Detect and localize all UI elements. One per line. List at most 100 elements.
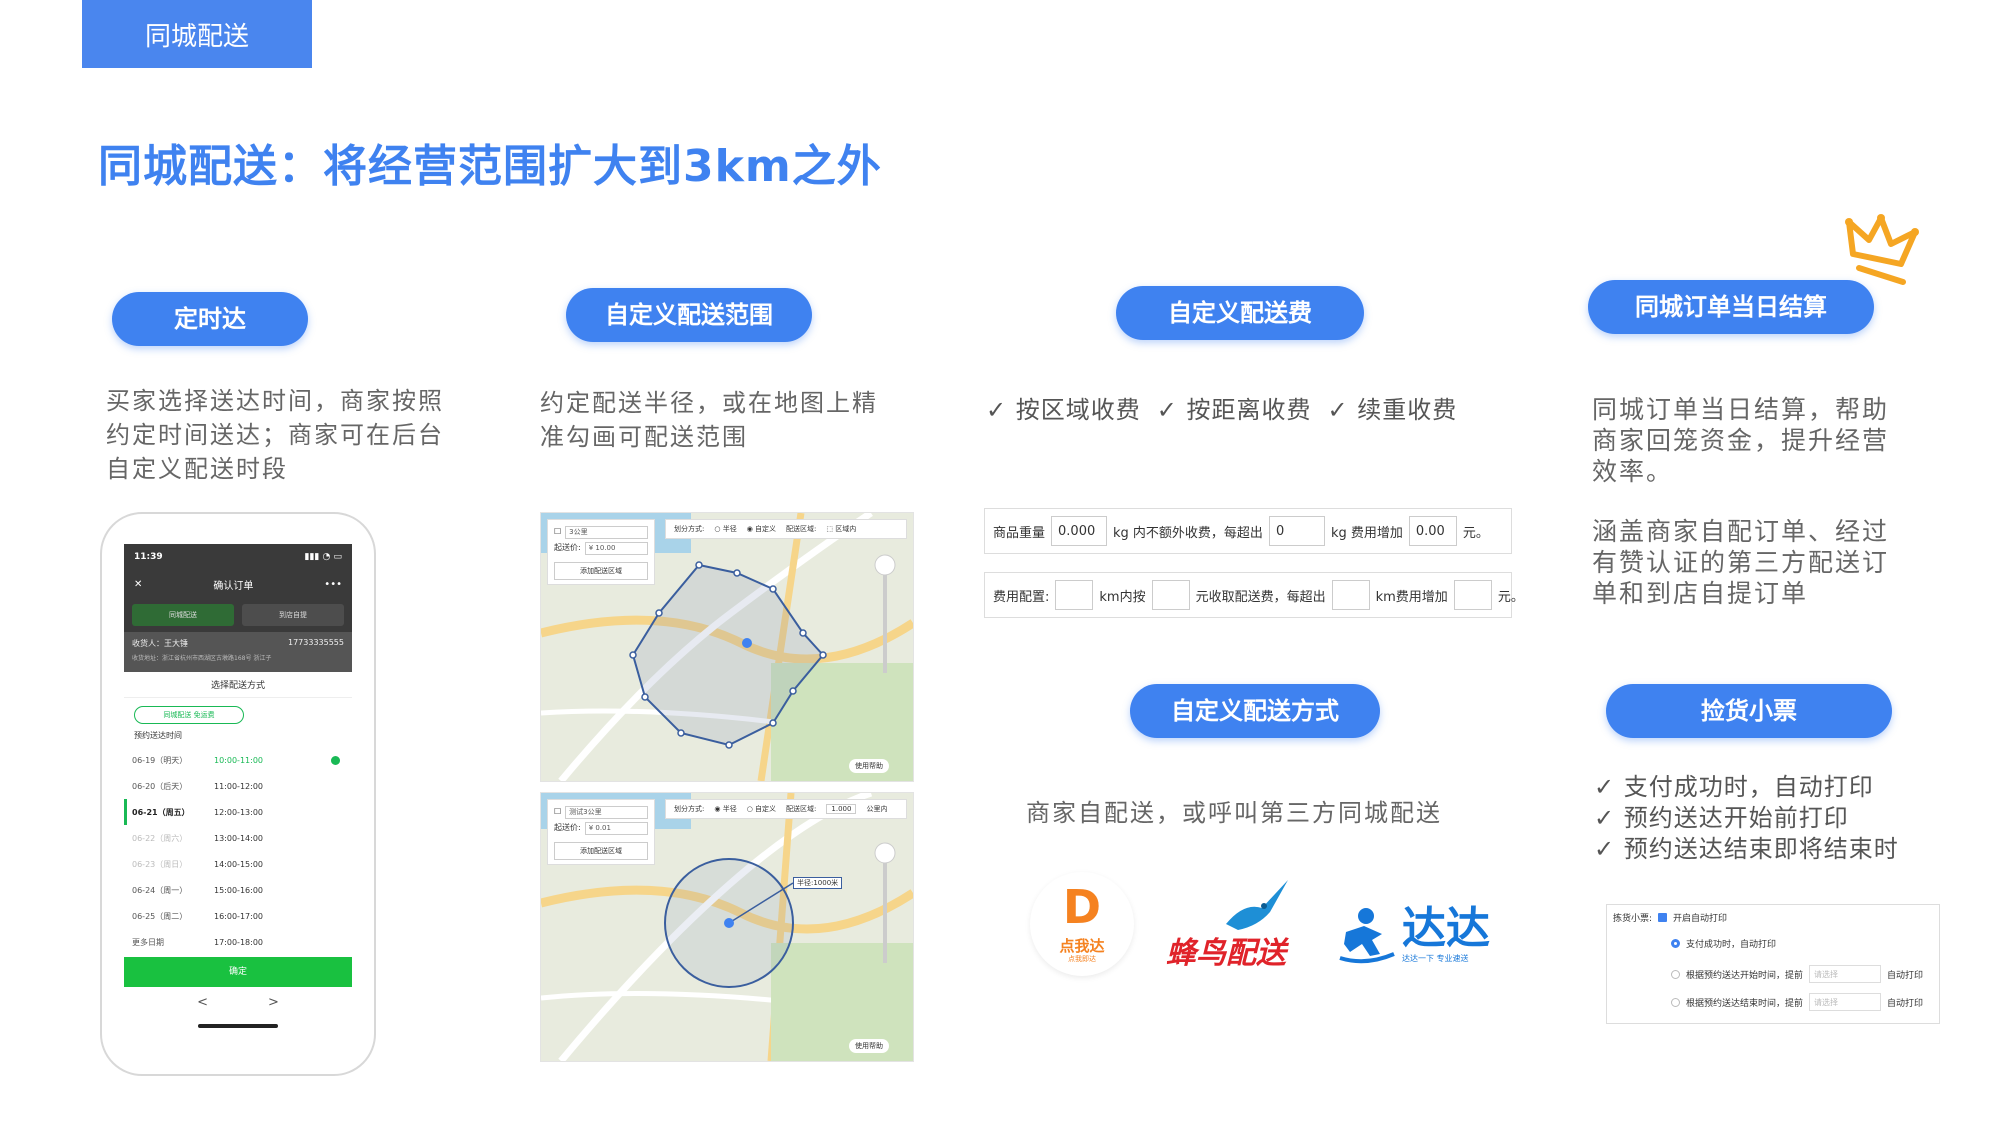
option-row[interactable]: 根据预约送达结束时间，提前 请选择 自动打印	[1671, 993, 1923, 1011]
add-area-button[interactable]: 添加配送区域	[554, 842, 648, 860]
map-polygon-area[interactable]: ☐ 3公里 起送价: ¥ 10.00 添加配送区域 划分方式: ○ 半径 ◉ 自定义…	[540, 512, 914, 782]
base-fee-input[interactable]	[1151, 580, 1190, 610]
radio-icon[interactable]	[1671, 969, 1680, 979]
pill-same-day-settlement: 同城订单当日结算	[1588, 280, 1874, 334]
desc-line: 同城订单当日结算，帮助	[1592, 395, 1890, 424]
time-row[interactable]: 06-19（明天） 10:00-11:00	[124, 747, 352, 773]
pill-custom-range: 自定义配送范围	[566, 288, 812, 342]
forward-icon[interactable]: >	[268, 995, 279, 1010]
row-time: 11:00-12:00	[214, 781, 263, 791]
option-row[interactable]: 支付成功时，自动打印	[1671, 937, 1776, 950]
crown-icon	[1845, 214, 1919, 285]
radius-input[interactable]: 1.000	[826, 804, 857, 814]
check-item: ✓ 预约送达开始前打印	[1594, 804, 1849, 832]
area-name-input[interactable]: 3公里	[565, 525, 648, 539]
weight-input[interactable]: 0.000	[1051, 516, 1108, 546]
radio-custom[interactable]: ◉ 自定义	[747, 524, 776, 534]
sheet-title: 选择配送方式	[124, 672, 352, 698]
help-button[interactable]: 使用帮助	[849, 759, 889, 773]
back-icon[interactable]: <	[197, 995, 208, 1010]
fee-input[interactable]: ¥ 10.00	[584, 541, 648, 555]
option-suffix: 自动打印	[1887, 970, 1924, 981]
form-text: kg 内不额外收费，每超出	[1113, 525, 1263, 541]
time-row[interactable]: 06-21（周五） 12:00-13:00	[124, 799, 352, 825]
dada-name: 达达	[1402, 902, 1490, 954]
fengniao-logo: 蜂鸟配送	[1166, 872, 1306, 972]
map-toolbar: 划分方式: ◉ 半径 ○ 自定义 配送区域: 1.000 公里内	[665, 799, 907, 819]
map-radius-area[interactable]: 半径:1000米 ☐ 测试3公里 起送价: ¥ 0.01 添加配送区域 划分方式: …	[540, 792, 914, 1062]
check-item: ✓ 按距离收费	[1156, 396, 1312, 424]
time-row[interactable]: 06-24（周一） 15:00-16:00	[124, 877, 352, 903]
toggle-label: 开启自动打印	[1673, 914, 1728, 924]
time-row[interactable]: 06-22（周六） 13:00-14:00	[124, 825, 352, 851]
delivery-option-chip[interactable]: 同城配送 免运费	[134, 706, 244, 724]
fee-label: 起送价:	[554, 823, 581, 832]
dada-logo: 达达 达达一下 专业速送	[1336, 894, 1496, 974]
time-row[interactable]: 06-20（后天） 11:00-12:00	[124, 773, 352, 799]
desc-line: 买家选择送达时间，商家按照	[106, 387, 444, 415]
extra-distance-input[interactable]	[1331, 580, 1370, 610]
form-text: 元。	[1462, 525, 1489, 541]
receiver-phone: 17733335555	[288, 638, 344, 647]
unit-label: 公里内	[866, 805, 888, 813]
close-icon[interactable]: ✕	[134, 579, 142, 590]
form-text: kg 费用增加	[1330, 525, 1403, 541]
radio-custom[interactable]: ○ 自定义	[747, 804, 776, 814]
receiver-info: 收货人：王大锤 17733335555 收货地址：浙江省杭州市西湖区古墩路168…	[124, 632, 352, 672]
dianwoda-mark: D	[1062, 880, 1102, 934]
row-time: 15:00-16:00	[214, 885, 263, 895]
area-label: 配送区域:	[786, 805, 817, 813]
checkbox-icon[interactable]	[1658, 913, 1668, 922]
radio-icon[interactable]	[1671, 939, 1680, 948]
radio-radius[interactable]: ◉ 半径	[714, 804, 736, 814]
status-bar: 11:39 ▮▮▮ ◔ ▭	[124, 544, 352, 570]
more-icon[interactable]: •••	[324, 579, 342, 590]
tab-same-city[interactable]: 同城配送	[132, 604, 234, 626]
row-time: 17:00-18:00	[214, 937, 263, 947]
time-row[interactable]: 更多日期 17:00-18:00	[124, 929, 352, 955]
extra-weight-input[interactable]: 0	[1268, 516, 1325, 546]
form-label: 费用配置:	[993, 589, 1050, 605]
check-item: ✓ 续重收费	[1327, 396, 1458, 424]
row-time: 16:00-17:00	[214, 911, 263, 921]
advance-select[interactable]: 请选择	[1809, 993, 1882, 1011]
desc-line: 约定配送半径，或在地图上精	[540, 389, 878, 417]
browser-toolbar: < >	[124, 987, 352, 1010]
extra-fee-input[interactable]: 0.00	[1408, 516, 1457, 546]
tab-pickup[interactable]: 到店自提	[242, 604, 344, 626]
pill-custom-method: 自定义配送方式	[1130, 684, 1380, 738]
time-row[interactable]: 06-25（周二） 16:00-17:00	[124, 903, 352, 929]
add-area-button[interactable]: 添加配送区域	[554, 562, 648, 580]
radio-radius[interactable]: ○ 半径	[714, 524, 736, 534]
option-label: 根据预约送达开始时间，提前	[1686, 970, 1804, 981]
advance-select[interactable]: 请选择	[1809, 965, 1882, 983]
ticket-checklist: ✓ 支付成功时，自动打印 ✓ 预约送达开始前打印 ✓ 预约送达结束即将结束时	[1594, 772, 1899, 865]
fee-input[interactable]: ¥ 0.01	[584, 821, 648, 835]
extra-distance-fee-input[interactable]	[1453, 580, 1492, 610]
desc-line: 约定时间送达；商家可在后台	[106, 421, 444, 449]
help-button[interactable]: 使用帮助	[849, 1039, 889, 1053]
area-button[interactable]: ⬚ 区域内	[826, 524, 856, 534]
page-title: 同城配送：将经营范围扩大到3km之外	[98, 141, 882, 192]
distance-input[interactable]	[1055, 580, 1094, 610]
area-panel: ☐ 测试3公里 起送价: ¥ 0.01 添加配送区域	[547, 799, 655, 865]
check-item: ✓ 按区域收费	[986, 396, 1141, 424]
time-row[interactable]: 06-23（周日） 14:00-15:00	[124, 851, 352, 877]
map-toolbar: 划分方式: ○ 半径 ◉ 自定义 配送区域: ⬚ 区域内	[665, 519, 907, 539]
desc-line: 准勾画可配送范围	[540, 423, 748, 451]
row-date: 更多日期	[132, 937, 164, 947]
radio-icon[interactable]	[1671, 997, 1680, 1007]
form-label: 商品重量	[993, 525, 1046, 541]
desc-line: 效率。	[1592, 457, 1674, 486]
confirm-button[interactable]: 确定	[124, 957, 352, 987]
settle-description: 同城订单当日结算，帮助 商家回笼资金，提升经营 效率。	[1592, 394, 1889, 487]
form-text: 元收取配送费，每超出	[1195, 589, 1326, 605]
hummingbird-icon	[1226, 880, 1288, 930]
area-name-input[interactable]: 测试3公里	[565, 805, 648, 819]
method-description: 商家自配送，或呼叫第三方同城配送	[1026, 799, 1442, 827]
fee-row: 起送价: ¥ 10.00	[554, 540, 648, 556]
option-row[interactable]: 根据预约送达开始时间，提前 请选择 自动打印	[1671, 965, 1923, 983]
dianwoda-slogan: 点我即达	[1068, 955, 1096, 963]
row-date: 06-22（周六）	[132, 833, 188, 843]
phone-mockup: 11:39 ▮▮▮ ◔ ▭ ✕ 确认订单 ••• 同城配送 到店自提 收货人：王…	[100, 512, 376, 1076]
